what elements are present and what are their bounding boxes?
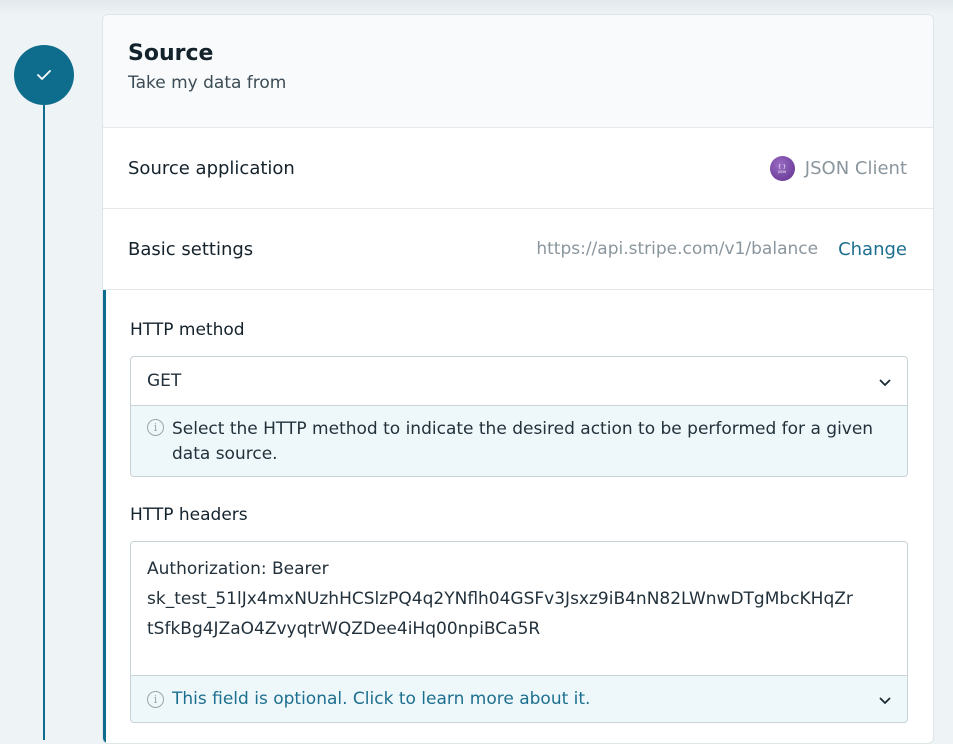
source-subtitle: Take my data from xyxy=(128,73,287,93)
http-headers-textarea[interactable]: Authorization: Bearer sk_test_51lJx4mxNU… xyxy=(130,541,908,676)
info-icon: i xyxy=(147,419,164,436)
checkmark-icon xyxy=(36,66,52,85)
http-headers-line-3: tSfkBg4JZaO4ZvyqtrWQZDee4iHq00npiBCa5R xyxy=(147,619,541,639)
basic-settings-row: Basic settings https://api.stripe.com/v1… xyxy=(103,209,933,290)
top-shade xyxy=(0,0,953,14)
source-application-row[interactable]: Source application { } JSON JSON Client xyxy=(103,128,933,209)
basic-settings-url: https://api.stripe.com/v1/balance xyxy=(536,239,819,259)
source-title: Source xyxy=(128,41,214,66)
step-status-indicator xyxy=(14,45,74,105)
info-icon: i xyxy=(147,690,164,708)
change-link[interactable]: Change xyxy=(838,239,907,260)
http-method-hint-text: Select the HTTP method to indicate the d… xyxy=(172,419,874,464)
http-method-value: GET xyxy=(147,371,182,391)
http-headers-label: HTTP headers xyxy=(130,505,248,525)
http-headers-optional-bar[interactable]: i This field is optional. Click to learn… xyxy=(130,676,908,723)
json-client-logo-icon: { } JSON xyxy=(769,155,795,181)
http-headers-line-2: sk_test_51lJx4mxNUzhHCSlzPQ4q2YNflh04GSF… xyxy=(147,589,853,609)
http-headers-line-1: Authorization: Bearer xyxy=(147,559,329,579)
source-application-name: JSON Client xyxy=(804,157,907,179)
section-accent-bar xyxy=(103,290,106,743)
chevron-down-icon xyxy=(879,372,891,391)
http-method-select[interactable]: GET xyxy=(130,356,908,406)
http-method-hint: i Select the HTTP method to indicate the… xyxy=(130,406,908,477)
source-card: Source Take my data from Source applicat… xyxy=(102,14,934,744)
http-method-label: HTTP method xyxy=(130,320,245,340)
svg-text:JSON: JSON xyxy=(777,170,786,174)
chevron-down-icon[interactable] xyxy=(879,690,891,709)
basic-settings-label: Basic settings xyxy=(128,238,254,260)
basic-settings-section: HTTP method GET i Select the HTTP method… xyxy=(103,290,933,743)
optional-learn-more-link[interactable]: This field is optional. Click to learn m… xyxy=(172,689,590,709)
source-header[interactable]: Source Take my data from xyxy=(103,15,933,128)
timeline-line xyxy=(43,100,45,740)
source-application-label: Source application xyxy=(128,157,295,179)
